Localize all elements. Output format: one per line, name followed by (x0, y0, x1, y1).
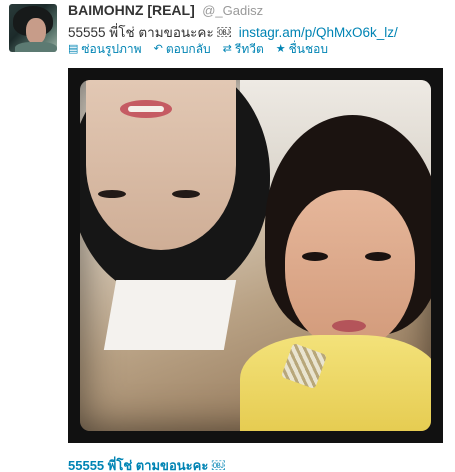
photo-caption[interactable]: 55555 พี่โช่ ตามขอนะคะ ￼ (68, 455, 225, 472)
photo-frame[interactable] (68, 68, 443, 443)
photo-person-left-collar (103, 280, 237, 350)
reply-button[interactable]: ↶ ตอบกลับ (154, 40, 211, 59)
photo-person-right-lips (332, 320, 366, 332)
favorite-label: ชื่นชอบ (288, 42, 328, 56)
photo-person-right-eye (365, 252, 391, 261)
photo-person-right-eye (302, 252, 328, 261)
photo-person-left-teeth (128, 106, 164, 112)
image-icon: ▤ (68, 43, 79, 55)
favorite-button[interactable]: ★ ชื่นชอบ (276, 40, 328, 59)
photo-person-left-eye (98, 190, 126, 198)
photo-person-left-eye (172, 190, 200, 198)
avatar-face (26, 18, 46, 44)
embedded-photo[interactable] (80, 80, 431, 431)
avatar-shoulder (15, 42, 57, 52)
photo-person-right-shirt (240, 335, 431, 431)
user-handle[interactable]: @_Gadisz (202, 3, 263, 18)
star-icon: ★ (275, 43, 286, 55)
tweet-actions: ▤ ซ่อนรูปภาพ ↶ ตอบกลับ ⇄ รีทวีต ★ ชื่นชอ… (68, 40, 328, 59)
retweet-button[interactable]: ⇄ รีทวีต (223, 40, 264, 59)
user-fullname[interactable]: BAIMOHNZ [REAL] (68, 2, 195, 18)
tweet-body: 55555 พี่โช่ ตามขอนะคะ ￼ (68, 25, 231, 40)
reply-icon: ↶ (153, 43, 163, 55)
tweet-link[interactable]: instagr.am/p/QhMxO6k_lz/ (239, 25, 398, 40)
user-avatar[interactable] (9, 4, 57, 52)
retweet-label: รีทวีต (234, 42, 264, 56)
hide-photo-label: ซ่อนรูปภาพ (81, 42, 142, 56)
tweet-header: BAIMOHNZ [REAL] @_Gadisz (68, 2, 263, 20)
reply-label: ตอบกลับ (165, 42, 211, 56)
retweet-icon: ⇄ (222, 43, 232, 55)
hide-photo-button[interactable]: ▤ ซ่อนรูปภาพ (68, 40, 142, 59)
